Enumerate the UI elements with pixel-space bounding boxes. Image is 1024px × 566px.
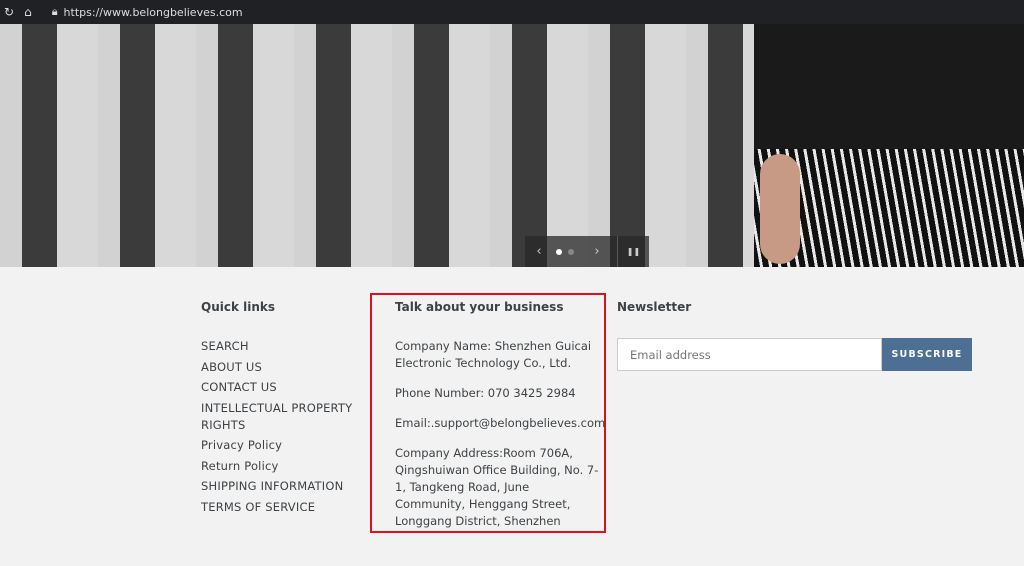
slide-dot-1[interactable] [556,248,562,255]
business-info: Talk about your business Company Name: S… [395,299,606,543]
link-return-policy[interactable]: Return Policy [201,458,361,475]
quick-links-title: Quick links [201,300,276,314]
quick-links: Quick links SEARCH ABOUT US CONTACT US I… [201,299,361,519]
link-contact-us[interactable]: CONTACT US [201,379,361,396]
link-ip-rights[interactable]: INTELLECTUAL PROPERTY RIGHTS [201,400,361,434]
link-about-us[interactable]: ABOUT US [201,359,361,376]
phone-number: Phone Number: 070 3425 2984 [395,386,576,400]
next-slide-button[interactable]: › [577,244,617,259]
business-title: Talk about your business [395,300,564,314]
link-privacy-policy[interactable]: Privacy Policy [201,437,361,454]
slideshow-controls: ‹ › ❚❚ [525,236,649,267]
slide-dot-2[interactable] [568,248,574,255]
hero-slideshow: ‹ › ❚❚ [0,24,1024,267]
link-shipping[interactable]: SHIPPING INFORMATION [201,478,361,495]
link-terms[interactable]: TERMS OF SERVICE [201,499,361,516]
company-name: Company Name: Shenzhen Guicai Electronic… [395,339,592,370]
newsletter: Newsletter SUBSCRIBE [617,299,972,371]
newsletter-title: Newsletter [617,300,692,314]
newsletter-form: SUBSCRIBE [617,338,972,371]
address-bar[interactable]: 🔒︎ https://www.belongbelieves.com [52,5,243,19]
url-text: https://www.belongbelieves.com [63,5,243,19]
pause-button[interactable]: ❚❚ [617,236,649,267]
home-icon[interactable]: ⌂ [24,5,32,19]
subscribe-button[interactable]: SUBSCRIBE [882,338,972,371]
hero-image-arm [760,154,800,264]
link-search[interactable]: SEARCH [201,338,361,355]
email-input[interactable] [617,338,882,371]
browser-bar: ↻ ⌂ 🔒︎ https://www.belongbelieves.com [0,0,1024,24]
email: Email:.support@belongbelieves.com [395,416,606,430]
reload-icon[interactable]: ↻ [4,5,14,19]
lock-icon: 🔒︎ [51,5,58,18]
prev-slide-button[interactable]: ‹ [525,244,553,259]
company-address: Company Address:Room 706A, Qingshuiwan O… [395,446,599,528]
